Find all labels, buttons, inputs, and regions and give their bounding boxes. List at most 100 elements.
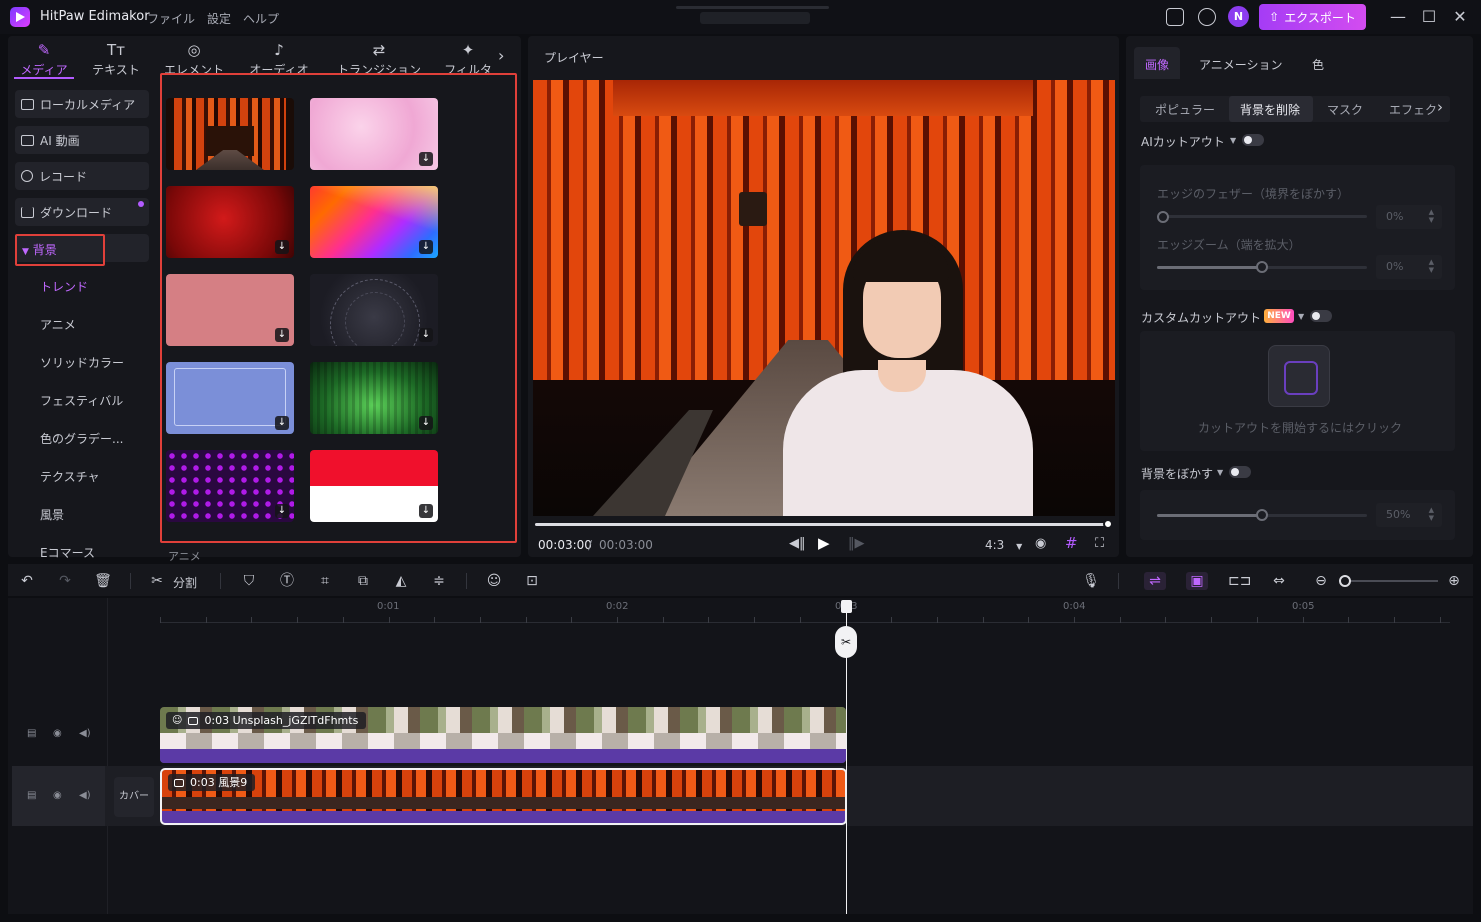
feedback-icon[interactable] xyxy=(1166,8,1184,26)
category-record[interactable]: レコード xyxy=(15,162,149,190)
scissors-icon[interactable]: ✂ xyxy=(148,572,166,590)
track-audio-icon[interactable]: ◀) xyxy=(79,790,91,801)
category-download[interactable]: ダウンロード xyxy=(15,198,149,226)
track-visibility-icon[interactable]: ◉ xyxy=(53,728,62,739)
subtabs-next-icon[interactable]: › xyxy=(1437,98,1443,116)
track-audio-icon[interactable]: ◀) xyxy=(79,728,91,739)
subitem-solid-color[interactable]: ソリッドカラー xyxy=(40,354,124,371)
chevron-down-icon[interactable]: ▼ xyxy=(1298,312,1304,321)
shield-icon[interactable]: ⛉ xyxy=(240,572,258,590)
avatar[interactable]: N xyxy=(1228,6,1249,27)
chevron-down-icon[interactable]: ▼ xyxy=(1230,136,1236,145)
chevron-down-icon[interactable]: ▼ xyxy=(1217,468,1223,477)
separator xyxy=(220,573,221,589)
edge-feather-slider[interactable] xyxy=(1157,215,1367,218)
menu-file[interactable]: ファイル xyxy=(147,10,195,27)
zoom-out-icon[interactable]: ⊖ xyxy=(1312,572,1330,590)
ruler-tick xyxy=(1256,617,1258,623)
microphone-icon[interactable]: 🎙 xyxy=(1082,572,1100,590)
subitem-texture[interactable]: テクスチャ xyxy=(40,468,100,485)
split-button[interactable]: 分割 xyxy=(173,574,197,591)
tabs-next-icon[interactable]: › xyxy=(498,46,504,65)
link-icon[interactable]: ⇌ xyxy=(1144,572,1166,590)
mirror-icon[interactable]: ◭ xyxy=(392,572,410,590)
subitem-landscape[interactable]: 風景 xyxy=(40,506,64,523)
spinner-icon[interactable]: ▲ ▼ xyxy=(1429,258,1434,274)
ruler-tick xyxy=(160,617,161,623)
media-icon: ✎ xyxy=(37,41,51,59)
person-icon: ☺ xyxy=(172,715,183,726)
eraser-icon[interactable] xyxy=(1268,345,1330,407)
subitem-gradient[interactable]: 色のグラデー... xyxy=(40,430,123,447)
tab-color[interactable]: 色 xyxy=(1312,56,1324,73)
menu-settings[interactable]: 設定 xyxy=(207,10,231,27)
menu-help[interactable]: ヘルプ xyxy=(243,10,279,27)
magnet-icon[interactable]: ▣ xyxy=(1186,572,1208,590)
aspect-ratio-select[interactable]: 4:3 ▼ xyxy=(985,538,1022,552)
fit-icon[interactable]: ⇔ xyxy=(1270,572,1288,590)
ai-cutout-toggle[interactable] xyxy=(1242,134,1264,146)
zoom-in-icon[interactable]: ⊕ xyxy=(1445,572,1463,590)
timeline-clip[interactable]: ☺ 0:03 Unsplash_jGZlTdFhmts xyxy=(160,707,846,763)
subtab-effects[interactable]: エフェク xyxy=(1389,101,1437,118)
fullscreen-icon[interactable]: ⛶ xyxy=(1095,536,1104,551)
edge-feather-value[interactable]: 0% ▲ ▼ xyxy=(1376,205,1442,229)
tab-text[interactable]: Tт テキスト xyxy=(81,40,151,78)
scissors-icon[interactable]: ✂ xyxy=(835,626,857,658)
delete-icon[interactable]: 🗑 xyxy=(94,572,112,590)
undo-icon[interactable]: ↶ xyxy=(18,572,36,590)
video-preview[interactable] xyxy=(533,80,1115,516)
tab-image[interactable]: 画像 xyxy=(1145,56,1169,73)
download-progress-icon[interactable] xyxy=(1198,8,1216,26)
zoom-knob[interactable] xyxy=(1339,575,1351,587)
cover-button[interactable]: カバー xyxy=(114,777,154,817)
background-label[interactable]: ▼ 背景 xyxy=(22,241,57,258)
step-forward-icon[interactable]: ‖▶ xyxy=(848,536,865,551)
split-track-icon[interactable]: ⊏⊐ xyxy=(1228,572,1251,590)
zoom-slider[interactable] xyxy=(1340,580,1438,582)
edge-feather-knob[interactable] xyxy=(1157,211,1169,223)
subitem-festival[interactable]: フェスティバル xyxy=(40,392,123,409)
track-visibility-icon[interactable]: ◉ xyxy=(53,790,62,801)
subitem-trend[interactable]: トレンド xyxy=(40,278,88,295)
blur-value[interactable]: 50% ▲ ▼ xyxy=(1376,503,1442,527)
category-local-media[interactable]: ローカルメディア xyxy=(15,90,149,118)
edge-zoom-knob[interactable] xyxy=(1256,261,1268,273)
close-icon[interactable]: ✕ xyxy=(1450,7,1470,27)
custom-cutout-toggle[interactable] xyxy=(1310,310,1332,322)
maximize-icon[interactable]: ☐ xyxy=(1419,7,1439,27)
grid-icon[interactable]: # xyxy=(1065,534,1078,552)
text-box-icon[interactable]: Ⓣ xyxy=(278,572,296,590)
subtab-popular[interactable]: ポピュラー xyxy=(1155,101,1215,118)
subitem-ecommerce[interactable]: Eコマース xyxy=(40,544,95,561)
crop-icon[interactable]: ⌗ xyxy=(316,572,334,590)
category-ai-video[interactable]: AI 動画 xyxy=(15,126,149,154)
step-back-icon[interactable]: ◀‖ xyxy=(789,536,806,551)
export-button[interactable]: ⇧ エクスポート xyxy=(1259,4,1366,30)
spinner-icon[interactable]: ▲ ▼ xyxy=(1429,208,1434,224)
subtab-remove-bg[interactable]: 背景を削除 xyxy=(1240,101,1300,118)
snapshot-icon[interactable]: ◉ xyxy=(1035,536,1046,551)
blur-knob[interactable] xyxy=(1256,509,1268,521)
export-frame-icon[interactable]: ⊡ xyxy=(523,572,541,590)
face-icon[interactable]: ☺ xyxy=(485,572,503,590)
blur-bg-toggle[interactable] xyxy=(1229,466,1251,478)
edge-zoom-value[interactable]: 0% ▲ ▼ xyxy=(1376,255,1442,279)
play-icon[interactable]: ▶ xyxy=(818,534,830,552)
project-name-field[interactable] xyxy=(700,12,810,24)
redo-icon[interactable]: ↷ xyxy=(56,572,74,590)
minimize-icon[interactable]: — xyxy=(1388,7,1408,27)
track-lock-icon[interactable]: ▤ xyxy=(27,790,36,801)
tab-animation[interactable]: アニメーション xyxy=(1199,56,1283,73)
spinner-icon[interactable]: ▲ ▼ xyxy=(1429,506,1434,522)
tab-media[interactable]: ✎ メディア xyxy=(9,40,79,78)
align-icon[interactable]: ≑ xyxy=(430,572,448,590)
playback-progress-knob[interactable] xyxy=(1103,519,1113,529)
resize-icon[interactable]: ⧉ xyxy=(354,572,372,590)
track-lock-icon[interactable]: ▤ xyxy=(27,728,36,739)
playback-progress[interactable] xyxy=(535,523,1108,526)
playhead-handle[interactable] xyxy=(841,600,852,613)
ruler-tick xyxy=(936,617,938,623)
subitem-anime[interactable]: アニメ xyxy=(40,316,76,333)
subtab-mask[interactable]: マスク xyxy=(1327,101,1363,118)
